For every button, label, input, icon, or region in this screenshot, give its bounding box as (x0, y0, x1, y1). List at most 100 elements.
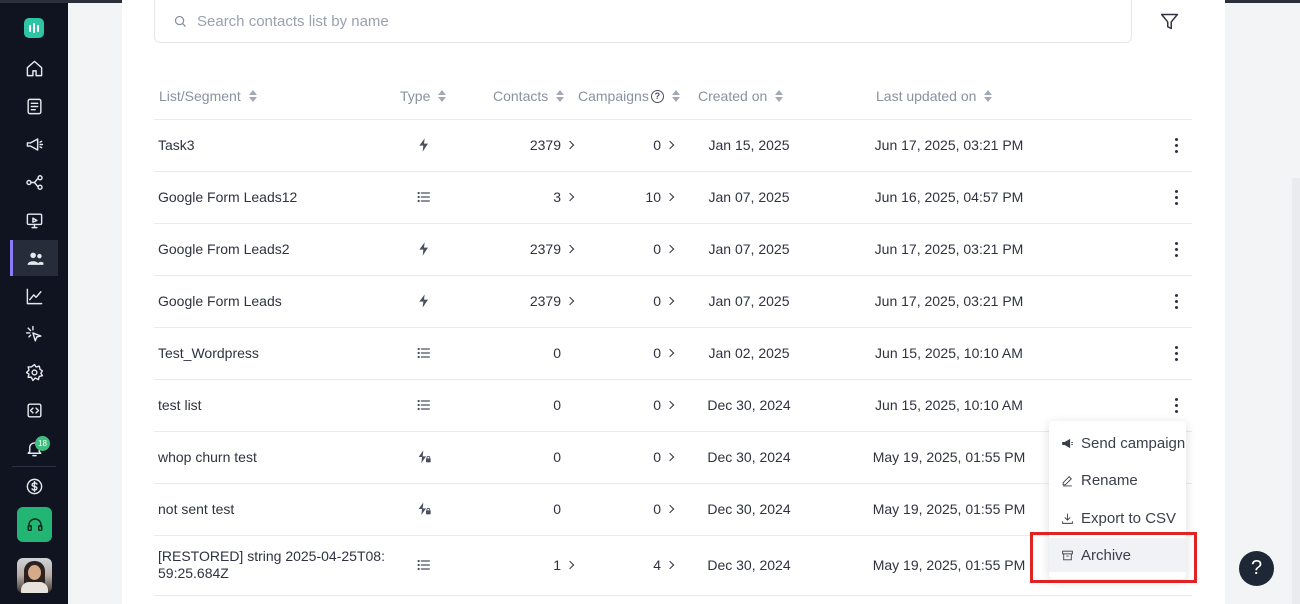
more-options-icon[interactable] (1166, 119, 1186, 171)
list-name[interactable]: whop churn test (158, 431, 388, 483)
created-date: Jan 07, 2025 (708, 293, 790, 309)
headset-icon[interactable] (17, 507, 52, 542)
campaigns-count[interactable]: 4 (594, 535, 676, 595)
sort-icon[interactable] (248, 90, 257, 102)
updated-date: Jun 15, 2025, 10:10 AM (875, 345, 1023, 361)
created-date: Dec 30, 2024 (707, 397, 791, 413)
more-options-icon[interactable] (1166, 327, 1186, 379)
chevron-right-icon (665, 560, 675, 570)
contacts-value: 0 (553, 397, 561, 413)
templates-icon[interactable] (10, 88, 58, 124)
help-button[interactable]: ? (1239, 551, 1274, 586)
campaigns-count[interactable]: 0 (594, 223, 676, 275)
bell-icon[interactable] (10, 430, 58, 466)
contacts-value: 1 (553, 557, 561, 573)
updated-date: Jun 17, 2025, 03:21 PM (874, 241, 1024, 257)
integrations-icon[interactable] (10, 316, 58, 352)
contacts-count[interactable]: 3 (494, 171, 576, 223)
contacts-count: 0 (494, 483, 576, 535)
header-created-on[interactable]: Created on (698, 87, 784, 105)
list-name[interactable]: not sent test (158, 483, 388, 535)
archive-highlight-box (1030, 532, 1197, 583)
contacts-count[interactable]: 2379 (494, 119, 576, 171)
megaphone-icon[interactable] (10, 126, 58, 162)
menu-send-campaign[interactable]: Send campaign (1049, 426, 1186, 460)
bolt-icon (412, 275, 436, 327)
contacts-icon[interactable] (10, 240, 58, 276)
contacts-value: 2379 (529, 241, 561, 257)
filter-icon[interactable] (1157, 9, 1181, 33)
campaigns-value: 0 (653, 241, 661, 257)
campaigns-count[interactable]: 0 (594, 483, 676, 535)
header-type[interactable]: Type (400, 87, 447, 105)
contacts-count: 0 (494, 327, 576, 379)
campaigns-count[interactable]: 10 (594, 171, 676, 223)
scrollbar[interactable] (1292, 178, 1300, 604)
chevron-right-icon (565, 244, 575, 254)
menu-export-csv[interactable]: Export to CSV (1049, 501, 1186, 535)
table-row[interactable]: Google Form Leads 2379 0 Jan 07, 2025 Jun 17… (154, 275, 1192, 327)
more-options-icon[interactable] (1166, 223, 1186, 275)
sort-icon[interactable] (775, 90, 784, 102)
header-last-updated[interactable]: Last updated on (876, 87, 993, 105)
more-options-icon[interactable] (1166, 275, 1186, 327)
list-name[interactable]: Google From Leads2 (158, 223, 388, 275)
table-row[interactable]: Task3 2379 0 Jan 15, 2025 Jun 17, 2025, 03:2… (154, 119, 1192, 171)
logo-icon[interactable] (24, 18, 44, 38)
campaigns-count[interactable]: 0 (594, 275, 676, 327)
list-name[interactable]: Google Form Leads (158, 275, 388, 327)
bolt-icon (412, 119, 436, 171)
header-list-segment[interactable]: List/Segment (159, 87, 257, 105)
campaigns-count[interactable]: 0 (594, 379, 676, 431)
billing-icon[interactable] (10, 468, 58, 504)
download-icon (1062, 513, 1073, 524)
table-row[interactable]: not sent test 0 0 Dec 30, 2024 May 19, 2025,… (154, 483, 1192, 535)
list-name[interactable]: Test_Wordpress (158, 327, 388, 379)
developer-icon[interactable] (10, 392, 58, 428)
pages-icon[interactable] (10, 202, 58, 238)
menu-rename[interactable]: Rename (1049, 463, 1186, 497)
contacts-count[interactable]: 2379 (494, 275, 576, 327)
help-circle-icon[interactable]: ? (650, 89, 664, 103)
chevron-right-icon (665, 348, 675, 358)
list-name[interactable]: [RESTORED] string 2025-04-25T08: 59:25.6… (158, 535, 388, 595)
campaigns-count[interactable]: 0 (594, 327, 676, 379)
contacts-count[interactable]: 2379 (494, 223, 576, 275)
analytics-icon[interactable] (10, 278, 58, 314)
contacts-value: 0 (553, 501, 561, 517)
search-input[interactable] (197, 12, 1097, 30)
table-row[interactable]: Test_Wordpress 0 0 Jan 02, 2025 Jun 15, 2025… (154, 327, 1192, 379)
list-icon (412, 535, 436, 595)
campaigns-value: 0 (653, 345, 661, 361)
list-name[interactable]: Task3 (158, 119, 388, 171)
table-row[interactable]: Google From Leads2 2379 0 Jan 07, 2025 Jun 1… (154, 223, 1192, 275)
settings-icon[interactable] (10, 354, 58, 390)
updated-date: Jun 17, 2025, 03:21 PM (874, 137, 1024, 153)
sort-icon[interactable] (671, 90, 680, 102)
contacts-count: 0 (494, 431, 576, 483)
list-name[interactable]: test list (158, 379, 388, 431)
more-options-icon[interactable] (1166, 171, 1186, 223)
header-contacts[interactable]: Contacts (493, 87, 565, 105)
sort-icon[interactable] (556, 90, 565, 102)
search-icon (174, 15, 186, 27)
contacts-value: 2379 (529, 137, 561, 153)
list-icon (412, 171, 436, 223)
sort-icon[interactable] (438, 90, 447, 102)
home-icon[interactable] (10, 50, 58, 86)
contacts-count[interactable]: 1 (494, 535, 576, 595)
updated-date: May 19, 2025, 01:55 PM (872, 501, 1026, 517)
chevron-right-icon (565, 140, 575, 150)
campaigns-value: 10 (645, 189, 661, 205)
campaigns-count[interactable]: 0 (594, 119, 676, 171)
search-bar[interactable] (154, 0, 1132, 43)
list-name[interactable]: Google Form Leads12 (158, 171, 388, 223)
table-row[interactable]: test list 0 0 Dec 30, 2024 Jun 15, 2025, 10:… (154, 379, 1192, 431)
avatar[interactable] (17, 558, 52, 593)
sort-icon[interactable] (984, 90, 993, 102)
automations-icon[interactable] (10, 164, 58, 200)
header-campaigns[interactable]: Campaigns? (578, 87, 680, 105)
campaigns-count[interactable]: 0 (594, 431, 676, 483)
table-row[interactable]: Google Form Leads12 3 10 Jan 07, 2025 Jun 16… (154, 171, 1192, 223)
table-row[interactable]: whop churn test 0 0 Dec 30, 2024 May 19, 202… (154, 431, 1192, 483)
